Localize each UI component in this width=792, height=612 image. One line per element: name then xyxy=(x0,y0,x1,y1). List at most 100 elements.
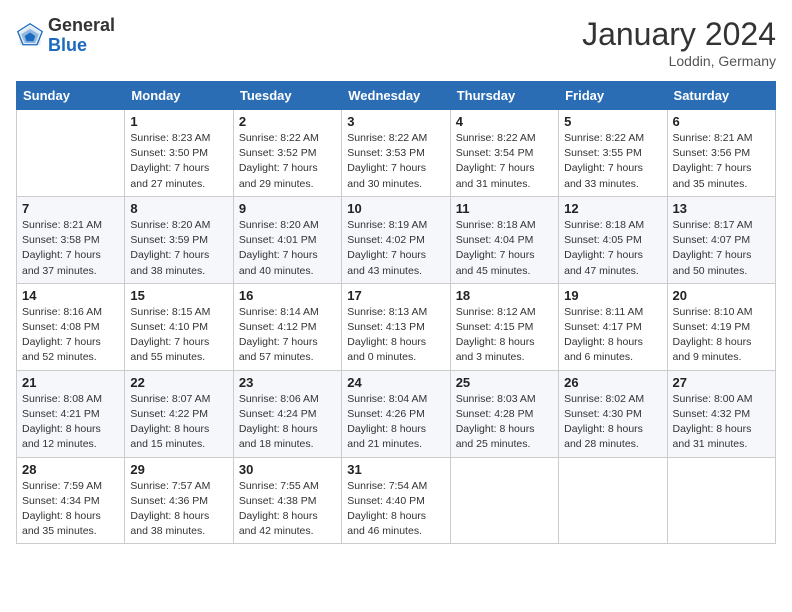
day-number: 12 xyxy=(564,201,661,216)
day-info: Sunrise: 8:06 AMSunset: 4:24 PMDaylight:… xyxy=(239,392,336,453)
day-info: Sunrise: 8:22 AMSunset: 3:53 PMDaylight:… xyxy=(347,131,444,192)
day-info: Sunrise: 8:12 AMSunset: 4:15 PMDaylight:… xyxy=(456,305,553,366)
column-header-thursday: Thursday xyxy=(450,82,558,110)
calendar-cell: 4 Sunrise: 8:22 AMSunset: 3:54 PMDaylight… xyxy=(450,110,558,197)
day-number: 6 xyxy=(673,114,770,129)
day-number: 1 xyxy=(130,114,227,129)
calendar-cell: 1 Sunrise: 8:23 AMSunset: 3:50 PMDaylight… xyxy=(125,110,233,197)
calendar-cell: 31Sunrise: 7:54 AMSunset: 4:40 PMDayligh… xyxy=(342,457,450,544)
day-info: Sunrise: 8:13 AMSunset: 4:13 PMDaylight:… xyxy=(347,305,444,366)
column-header-monday: Monday xyxy=(125,82,233,110)
day-info: Sunrise: 8:14 AMSunset: 4:12 PMDaylight:… xyxy=(239,305,336,366)
day-number: 3 xyxy=(347,114,444,129)
logo-blue-text: Blue xyxy=(48,35,87,55)
day-number: 2 xyxy=(239,114,336,129)
day-info: Sunrise: 8:18 AMSunset: 4:04 PMDaylight:… xyxy=(456,218,553,279)
day-info: Sunrise: 7:55 AMSunset: 4:38 PMDaylight:… xyxy=(239,479,336,540)
calendar-cell: 12 Sunrise: 8:18 AMSunset: 4:05 PMDayligh… xyxy=(559,196,667,283)
calendar-cell: 7Sunrise: 8:21 AMSunset: 3:58 PMDaylight… xyxy=(17,196,125,283)
calendar-cell: 8Sunrise: 8:20 AMSunset: 3:59 PMDaylight… xyxy=(125,196,233,283)
day-info: Sunrise: 7:57 AMSunset: 4:36 PMDaylight:… xyxy=(130,479,227,540)
week-row-2: 7Sunrise: 8:21 AMSunset: 3:58 PMDaylight… xyxy=(17,196,776,283)
calendar-cell: 26 Sunrise: 8:02 AMSunset: 4:30 PMDayligh… xyxy=(559,370,667,457)
day-number: 31 xyxy=(347,462,444,477)
calendar-cell: 30Sunrise: 7:55 AMSunset: 4:38 PMDayligh… xyxy=(233,457,341,544)
calendar-cell xyxy=(559,457,667,544)
calendar-cell: 15Sunrise: 8:15 AMSunset: 4:10 PMDayligh… xyxy=(125,283,233,370)
day-info: Sunrise: 8:03 AMSunset: 4:28 PMDaylight:… xyxy=(456,392,553,453)
day-number: 5 xyxy=(564,114,661,129)
day-info: Sunrise: 8:18 AMSunset: 4:05 PMDaylight:… xyxy=(564,218,661,279)
calendar-cell: 3 Sunrise: 8:22 AMSunset: 3:53 PMDaylight… xyxy=(342,110,450,197)
calendar-table: SundayMondayTuesdayWednesdayThursdayFrid… xyxy=(16,81,776,544)
logo-icon xyxy=(16,22,44,50)
page-header: General Blue January 2024 Loddin, German… xyxy=(16,16,776,69)
column-header-sunday: Sunday xyxy=(17,82,125,110)
day-number: 26 xyxy=(564,375,661,390)
day-number: 13 xyxy=(673,201,770,216)
day-number: 21 xyxy=(22,375,119,390)
day-number: 22 xyxy=(130,375,227,390)
calendar-cell: 18 Sunrise: 8:12 AMSunset: 4:15 PMDayligh… xyxy=(450,283,558,370)
calendar-cell: 23 Sunrise: 8:06 AMSunset: 4:24 PMDayligh… xyxy=(233,370,341,457)
day-number: 16 xyxy=(239,288,336,303)
calendar-cell: 10 Sunrise: 8:19 AMSunset: 4:02 PMDayligh… xyxy=(342,196,450,283)
day-number: 20 xyxy=(673,288,770,303)
week-row-3: 14Sunrise: 8:16 AMSunset: 4:08 PMDayligh… xyxy=(17,283,776,370)
day-info: Sunrise: 8:00 AMSunset: 4:32 PMDaylight:… xyxy=(673,392,770,453)
day-info: Sunrise: 8:07 AMSunset: 4:22 PMDaylight:… xyxy=(130,392,227,453)
column-header-saturday: Saturday xyxy=(667,82,775,110)
day-number: 29 xyxy=(130,462,227,477)
day-number: 15 xyxy=(130,288,227,303)
week-row-5: 28Sunrise: 7:59 AMSunset: 4:34 PMDayligh… xyxy=(17,457,776,544)
calendar-cell: 20 Sunrise: 8:10 AMSunset: 4:19 PMDayligh… xyxy=(667,283,775,370)
calendar-cell: 2 Sunrise: 8:22 AMSunset: 3:52 PMDaylight… xyxy=(233,110,341,197)
calendar-cell xyxy=(667,457,775,544)
logo: General Blue xyxy=(16,16,115,56)
day-info: Sunrise: 8:10 AMSunset: 4:19 PMDaylight:… xyxy=(673,305,770,366)
calendar-cell: 25Sunrise: 8:03 AMSunset: 4:28 PMDayligh… xyxy=(450,370,558,457)
day-info: Sunrise: 8:21 AMSunset: 3:58 PMDaylight:… xyxy=(22,218,119,279)
day-number: 11 xyxy=(456,201,553,216)
calendar-cell: 29 Sunrise: 7:57 AMSunset: 4:36 PMDayligh… xyxy=(125,457,233,544)
calendar-cell xyxy=(450,457,558,544)
day-info: Sunrise: 8:23 AMSunset: 3:50 PMDaylight:… xyxy=(130,131,227,192)
day-info: Sunrise: 8:22 AMSunset: 3:55 PMDaylight:… xyxy=(564,131,661,192)
calendar-cell: 19Sunrise: 8:11 AMSunset: 4:17 PMDayligh… xyxy=(559,283,667,370)
day-number: 24 xyxy=(347,375,444,390)
day-info: Sunrise: 8:04 AMSunset: 4:26 PMDaylight:… xyxy=(347,392,444,453)
calendar-cell: 21 Sunrise: 8:08 AMSunset: 4:21 PMDayligh… xyxy=(17,370,125,457)
day-info: Sunrise: 8:16 AMSunset: 4:08 PMDaylight:… xyxy=(22,305,119,366)
day-number: 4 xyxy=(456,114,553,129)
day-info: Sunrise: 8:20 AMSunset: 4:01 PMDaylight:… xyxy=(239,218,336,279)
day-number: 18 xyxy=(456,288,553,303)
day-number: 28 xyxy=(22,462,119,477)
day-info: Sunrise: 8:08 AMSunset: 4:21 PMDaylight:… xyxy=(22,392,119,453)
logo-general-text: General xyxy=(48,15,115,35)
calendar-cell: 28Sunrise: 7:59 AMSunset: 4:34 PMDayligh… xyxy=(17,457,125,544)
day-info: Sunrise: 8:20 AMSunset: 3:59 PMDaylight:… xyxy=(130,218,227,279)
calendar-cell: 14Sunrise: 8:16 AMSunset: 4:08 PMDayligh… xyxy=(17,283,125,370)
week-row-4: 21 Sunrise: 8:08 AMSunset: 4:21 PMDayligh… xyxy=(17,370,776,457)
day-number: 10 xyxy=(347,201,444,216)
day-info: Sunrise: 8:21 AMSunset: 3:56 PMDaylight:… xyxy=(673,131,770,192)
calendar-cell: 6 Sunrise: 8:21 AMSunset: 3:56 PMDaylight… xyxy=(667,110,775,197)
day-number: 17 xyxy=(347,288,444,303)
day-number: 9 xyxy=(239,201,336,216)
day-number: 27 xyxy=(673,375,770,390)
day-info: Sunrise: 8:19 AMSunset: 4:02 PMDaylight:… xyxy=(347,218,444,279)
day-number: 23 xyxy=(239,375,336,390)
title-area: January 2024 Loddin, Germany xyxy=(582,16,776,69)
day-info: Sunrise: 8:02 AMSunset: 4:30 PMDaylight:… xyxy=(564,392,661,453)
calendar-cell: 22 Sunrise: 8:07 AMSunset: 4:22 PMDayligh… xyxy=(125,370,233,457)
calendar-cell: 24 Sunrise: 8:04 AMSunset: 4:26 PMDayligh… xyxy=(342,370,450,457)
day-info: Sunrise: 8:22 AMSunset: 3:52 PMDaylight:… xyxy=(239,131,336,192)
day-info: Sunrise: 8:17 AMSunset: 4:07 PMDaylight:… xyxy=(673,218,770,279)
column-header-tuesday: Tuesday xyxy=(233,82,341,110)
column-header-friday: Friday xyxy=(559,82,667,110)
day-info: Sunrise: 8:22 AMSunset: 3:54 PMDaylight:… xyxy=(456,131,553,192)
column-headers: SundayMondayTuesdayWednesdayThursdayFrid… xyxy=(17,82,776,110)
calendar-cell: 13 Sunrise: 8:17 AMSunset: 4:07 PMDayligh… xyxy=(667,196,775,283)
week-row-1: 1 Sunrise: 8:23 AMSunset: 3:50 PMDaylight… xyxy=(17,110,776,197)
calendar-cell: 9 Sunrise: 8:20 AMSunset: 4:01 PMDaylight… xyxy=(233,196,341,283)
